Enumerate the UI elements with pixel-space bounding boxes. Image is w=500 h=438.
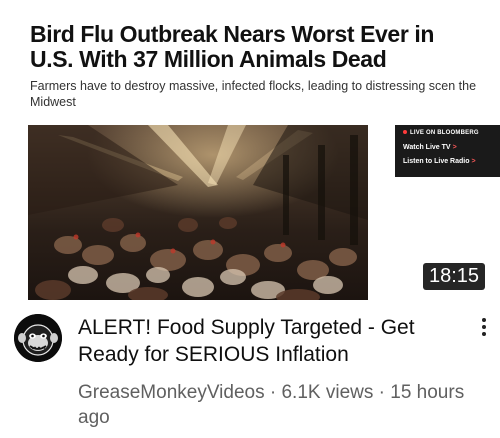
monkey-avatar-icon — [14, 314, 62, 362]
view-count: 6.1K views — [281, 382, 374, 403]
live-dot-icon — [403, 130, 407, 135]
thumbnail-headline: Bird Flu Outbreak Nears Worst Ever in U.… — [30, 21, 434, 72]
bloomberg-live-panel: LIVE ON BLOOMBERG Watch Live TV > Listen … — [395, 125, 500, 177]
video-metadata: GreaseMonkeyVideos · 6.1K views · 15 hou… — [78, 380, 478, 430]
more-options-button[interactable] — [472, 316, 496, 340]
watch-live-tv-link: Watch Live TV > — [403, 144, 457, 151]
live-label-text: LIVE ON BLOOMBERG — [410, 130, 479, 136]
duration-badge: 18:15 — [423, 263, 486, 290]
thumbnail-photo-chicken-barn — [28, 125, 368, 300]
channel-name[interactable]: GreaseMonkeyVideos — [78, 382, 265, 403]
listen-radio-text: Listen to Live Radio — [403, 158, 470, 165]
chevron-right-icon: > — [452, 144, 457, 151]
more-vert-icon — [472, 318, 496, 336]
thumbnail-subheadline: Farmers have to destroy massive, infecte… — [30, 79, 477, 109]
listen-live-radio-link: Listen to Live Radio > — [403, 158, 476, 165]
watch-tv-text: Watch Live TV — [403, 144, 451, 151]
video-title[interactable]: ALERT! Food Supply Targeted - Get Ready … — [78, 314, 463, 368]
video-thumbnail[interactable]: Bird Flu Outbreak Nears Worst Ever in U.… — [0, 0, 500, 300]
channel-avatar[interactable] — [14, 314, 62, 362]
bloomberg-live-label: LIVE ON BLOOMBERG — [403, 130, 479, 136]
chevron-right-icon: > — [471, 158, 476, 165]
meta-separator: · — [378, 382, 385, 403]
meta-separator: · — [269, 382, 277, 403]
